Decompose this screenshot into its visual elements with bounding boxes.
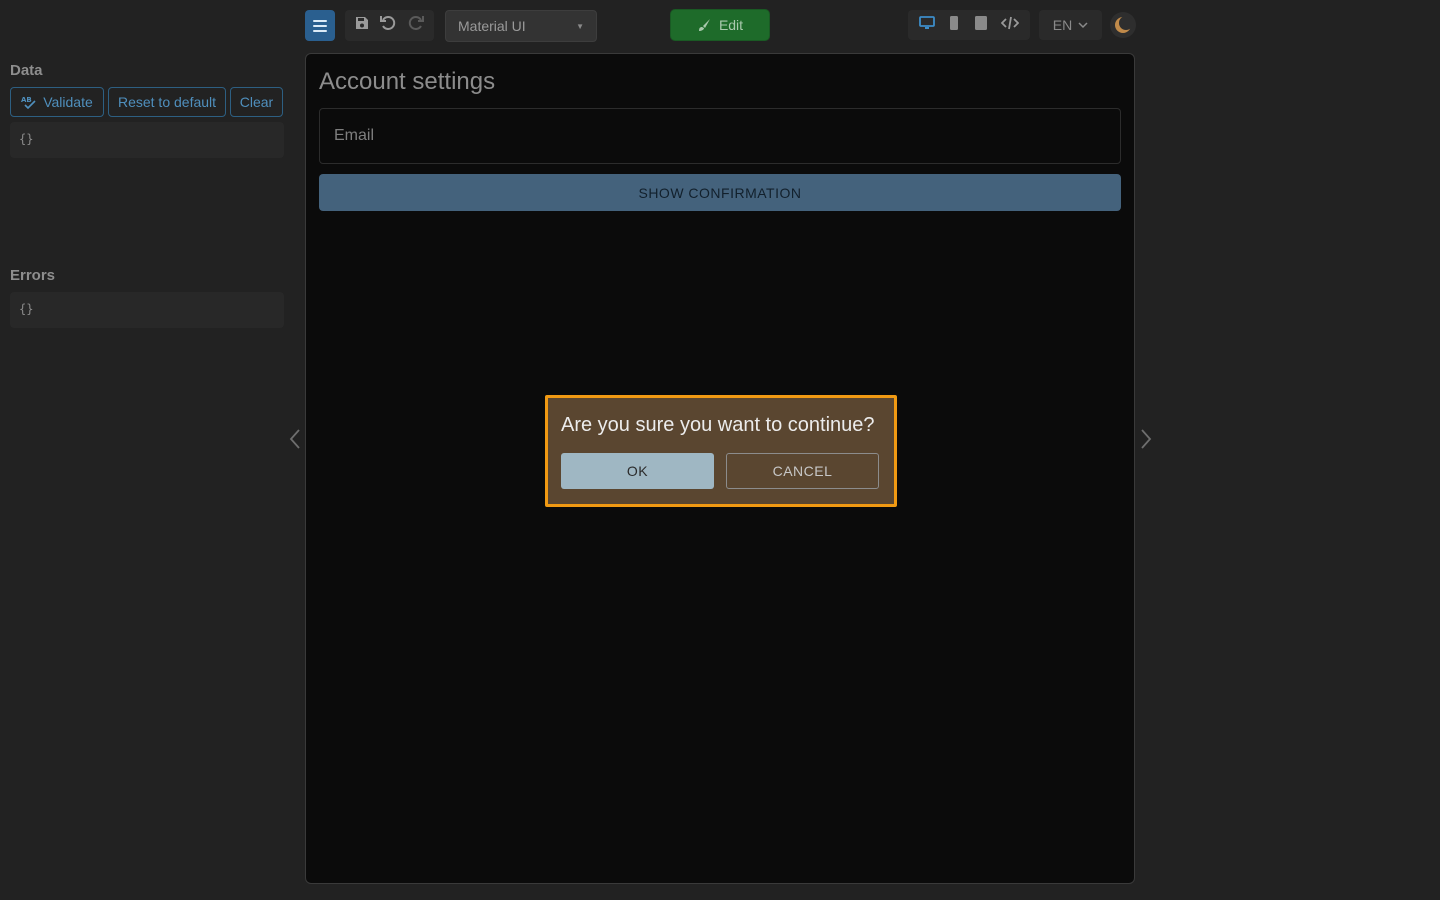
clear-button[interactable]: Clear xyxy=(230,87,283,117)
undo-icon xyxy=(380,16,396,30)
form-title: Account settings xyxy=(319,68,496,95)
code-view-button[interactable] xyxy=(1000,15,1020,36)
ok-button[interactable]: OK xyxy=(561,453,714,489)
save-button[interactable] xyxy=(354,15,370,36)
theme-select-value: Material UI xyxy=(458,18,526,34)
code-icon xyxy=(1000,16,1020,29)
dark-mode-toggle[interactable] xyxy=(1110,12,1136,38)
edit-button[interactable]: Edit xyxy=(671,10,769,40)
redo-icon xyxy=(408,16,425,30)
chevron-down-icon xyxy=(1078,22,1088,29)
validate-label: Validate xyxy=(43,94,93,110)
tablet-icon xyxy=(974,15,987,30)
language-value: EN xyxy=(1052,17,1073,33)
tablet-view-button[interactable] xyxy=(974,15,988,36)
data-value: {} xyxy=(19,132,34,146)
device-toolbar xyxy=(908,10,1030,40)
menu-button[interactable] xyxy=(305,10,335,41)
show-confirmation-button[interactable]: SHOW CONFIRMATION xyxy=(319,174,1121,211)
cancel-button[interactable]: CANCEL xyxy=(726,453,879,489)
errors-section-title: Errors xyxy=(10,267,56,284)
errors-output: {} xyxy=(10,292,284,328)
data-section-title: Data xyxy=(10,62,43,79)
undo-button[interactable] xyxy=(379,14,397,37)
brush-icon xyxy=(698,19,710,31)
hamburger-icon xyxy=(313,18,327,33)
desktop-view-button[interactable] xyxy=(918,15,935,36)
validate-button[interactable]: AB Validate xyxy=(10,87,104,117)
email-label: Email xyxy=(334,127,375,144)
chevron-down-icon: ▼ xyxy=(576,21,584,31)
svg-text:AB: AB xyxy=(21,96,32,104)
mobile-icon xyxy=(950,15,959,30)
collapse-left-icon[interactable] xyxy=(289,428,301,456)
language-select[interactable]: EN xyxy=(1039,10,1102,40)
redo-button[interactable] xyxy=(407,14,425,37)
spellcheck-icon: AB xyxy=(21,96,36,109)
data-output: {} xyxy=(10,122,284,158)
history-toolbar xyxy=(345,10,434,41)
save-icon xyxy=(355,17,368,29)
theme-select[interactable]: Material UI ▼ xyxy=(445,10,597,42)
email-field[interactable]: Email xyxy=(319,108,1121,164)
edit-label: Edit xyxy=(718,17,744,33)
dialog-message: Are you sure you want to continue? xyxy=(561,414,875,436)
collapse-right-icon[interactable] xyxy=(1140,428,1152,456)
moon-icon xyxy=(1115,16,1133,33)
desktop-icon xyxy=(918,15,935,29)
mobile-view-button[interactable] xyxy=(948,15,960,36)
confirmation-dialog xyxy=(545,395,897,507)
reset-to-default-button[interactable]: Reset to default xyxy=(108,87,226,117)
errors-value: {} xyxy=(19,302,34,316)
